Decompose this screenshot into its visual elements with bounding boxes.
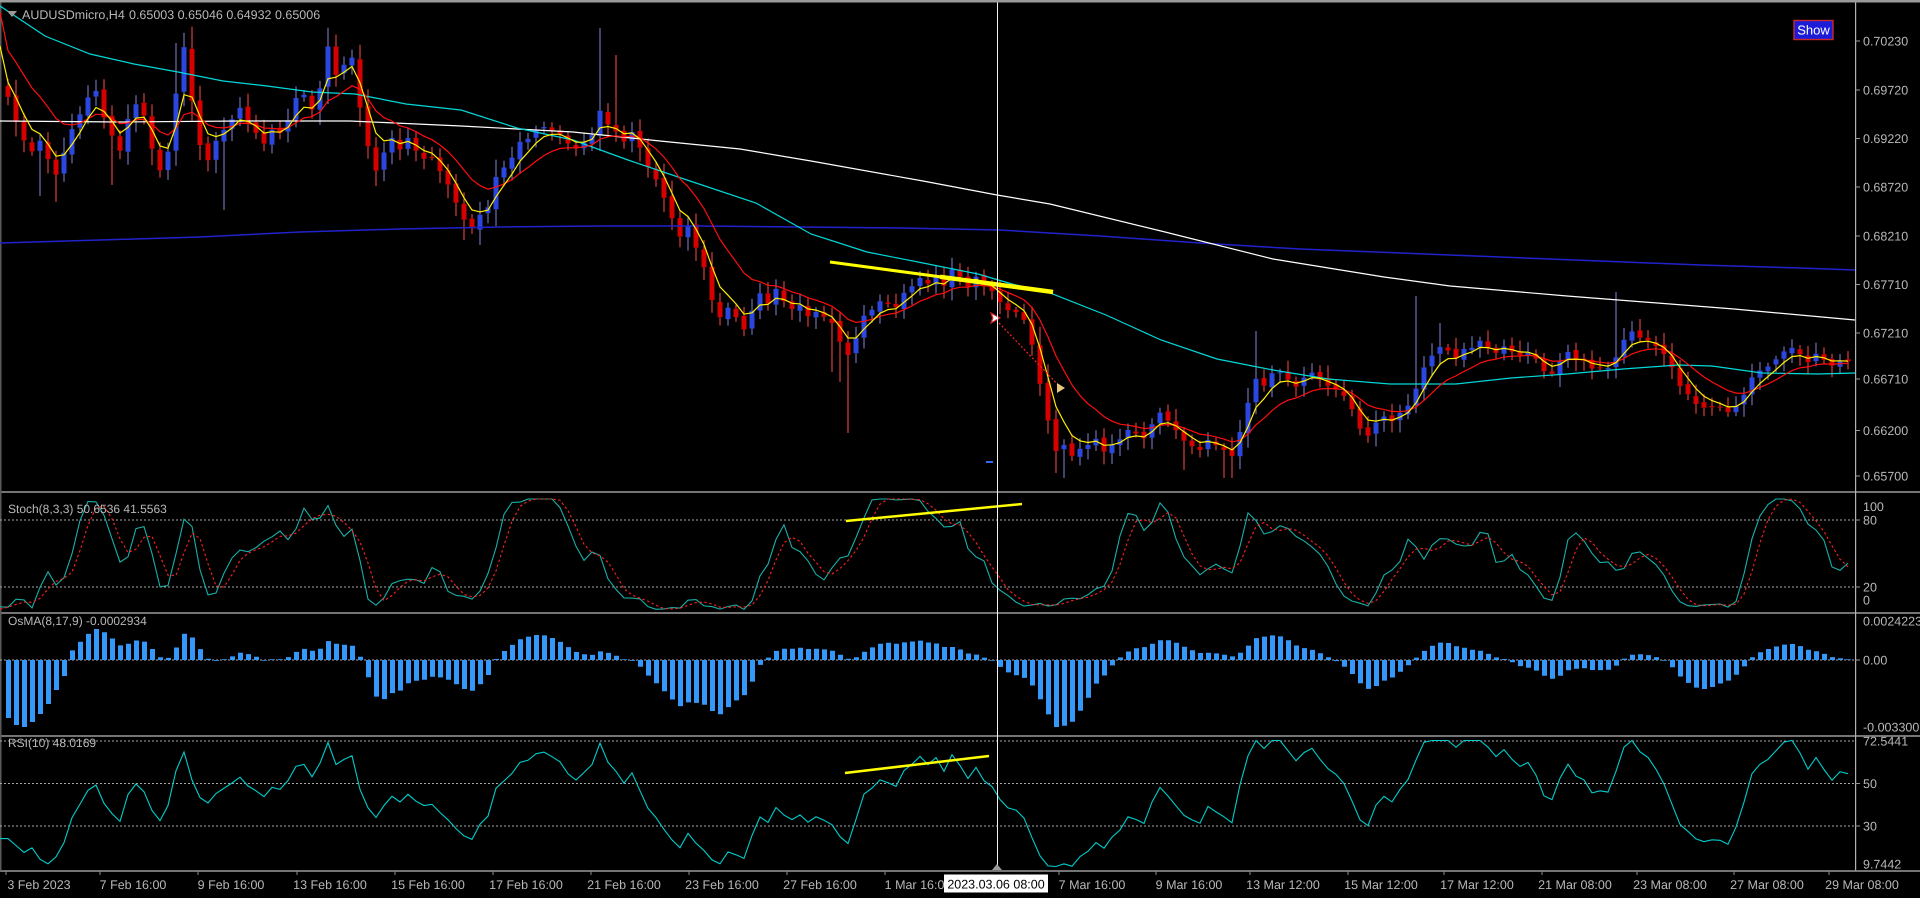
- svg-text:0.66710: 0.66710: [1863, 373, 1908, 387]
- svg-text:0.68720: 0.68720: [1863, 181, 1908, 195]
- svg-text:23 Feb 16:00: 23 Feb 16:00: [685, 878, 759, 892]
- svg-text:0.65003 0.65046 0.64932 0.6500: 0.65003 0.65046 0.64932 0.65006: [129, 8, 320, 22]
- svg-text:0.67710: 0.67710: [1863, 278, 1908, 292]
- svg-text:29 Mar 08:00: 29 Mar 08:00: [1825, 878, 1899, 892]
- svg-text:13 Feb 16:00: 13 Feb 16:00: [293, 878, 367, 892]
- svg-text:0.66200: 0.66200: [1863, 424, 1908, 438]
- svg-text:27 Mar 08:00: 27 Mar 08:00: [1730, 878, 1804, 892]
- svg-text:1 Mar 16:00: 1 Mar 16:00: [885, 878, 952, 892]
- svg-text:17 Feb 16:00: 17 Feb 16:00: [489, 878, 563, 892]
- svg-text:20: 20: [1863, 581, 1877, 595]
- svg-text:Stoch(8,3,3) 50.6536 41.5563: Stoch(8,3,3) 50.6536 41.5563: [8, 502, 167, 516]
- svg-text:9.7442: 9.7442: [1863, 858, 1901, 872]
- svg-text:-0.0033007: -0.0033007: [1863, 721, 1920, 735]
- svg-text:9 Feb 16:00: 9 Feb 16:00: [198, 878, 265, 892]
- svg-text:RSI(10) 48.0169: RSI(10) 48.0169: [8, 736, 96, 750]
- svg-text:3 Feb 2023: 3 Feb 2023: [7, 878, 70, 892]
- svg-text:0.0024223: 0.0024223: [1863, 615, 1920, 629]
- svg-text:17 Mar 12:00: 17 Mar 12:00: [1440, 878, 1514, 892]
- svg-text:0.69720: 0.69720: [1863, 84, 1908, 98]
- svg-text:0.70230: 0.70230: [1863, 35, 1908, 49]
- svg-text:0.67210: 0.67210: [1863, 327, 1908, 341]
- svg-text:Show: Show: [1797, 23, 1830, 38]
- svg-text:0.00: 0.00: [1863, 654, 1887, 668]
- svg-text:72.5441: 72.5441: [1863, 735, 1908, 749]
- svg-text:7 Mar 16:00: 7 Mar 16:00: [1059, 878, 1126, 892]
- svg-text:80: 80: [1863, 514, 1877, 528]
- svg-text:21 Feb 16:00: 21 Feb 16:00: [587, 878, 661, 892]
- svg-text:0: 0: [1863, 594, 1870, 608]
- svg-text:21 Mar 08:00: 21 Mar 08:00: [1538, 878, 1612, 892]
- svg-text:7 Feb 16:00: 7 Feb 16:00: [100, 878, 167, 892]
- svg-text:15 Mar 12:00: 15 Mar 12:00: [1344, 878, 1418, 892]
- svg-text:27 Feb 16:00: 27 Feb 16:00: [783, 878, 857, 892]
- svg-text:0.65700: 0.65700: [1863, 470, 1908, 484]
- svg-text:AUDUSDmicro,H4: AUDUSDmicro,H4: [22, 8, 125, 22]
- svg-text:9 Mar 16:00: 9 Mar 16:00: [1156, 878, 1223, 892]
- svg-text:2023.03.06 08:00: 2023.03.06 08:00: [947, 878, 1044, 892]
- svg-text:13 Mar 12:00: 13 Mar 12:00: [1246, 878, 1320, 892]
- svg-text:30: 30: [1863, 820, 1877, 834]
- svg-text:100: 100: [1863, 500, 1884, 514]
- svg-text:15 Feb 16:00: 15 Feb 16:00: [391, 878, 465, 892]
- svg-text:OsMA(8,17,9) -0.0002934: OsMA(8,17,9) -0.0002934: [8, 614, 147, 628]
- svg-text:0.68210: 0.68210: [1863, 230, 1908, 244]
- svg-text:23 Mar 08:00: 23 Mar 08:00: [1633, 878, 1707, 892]
- svg-text:0.69220: 0.69220: [1863, 132, 1908, 146]
- svg-text:50: 50: [1863, 777, 1877, 791]
